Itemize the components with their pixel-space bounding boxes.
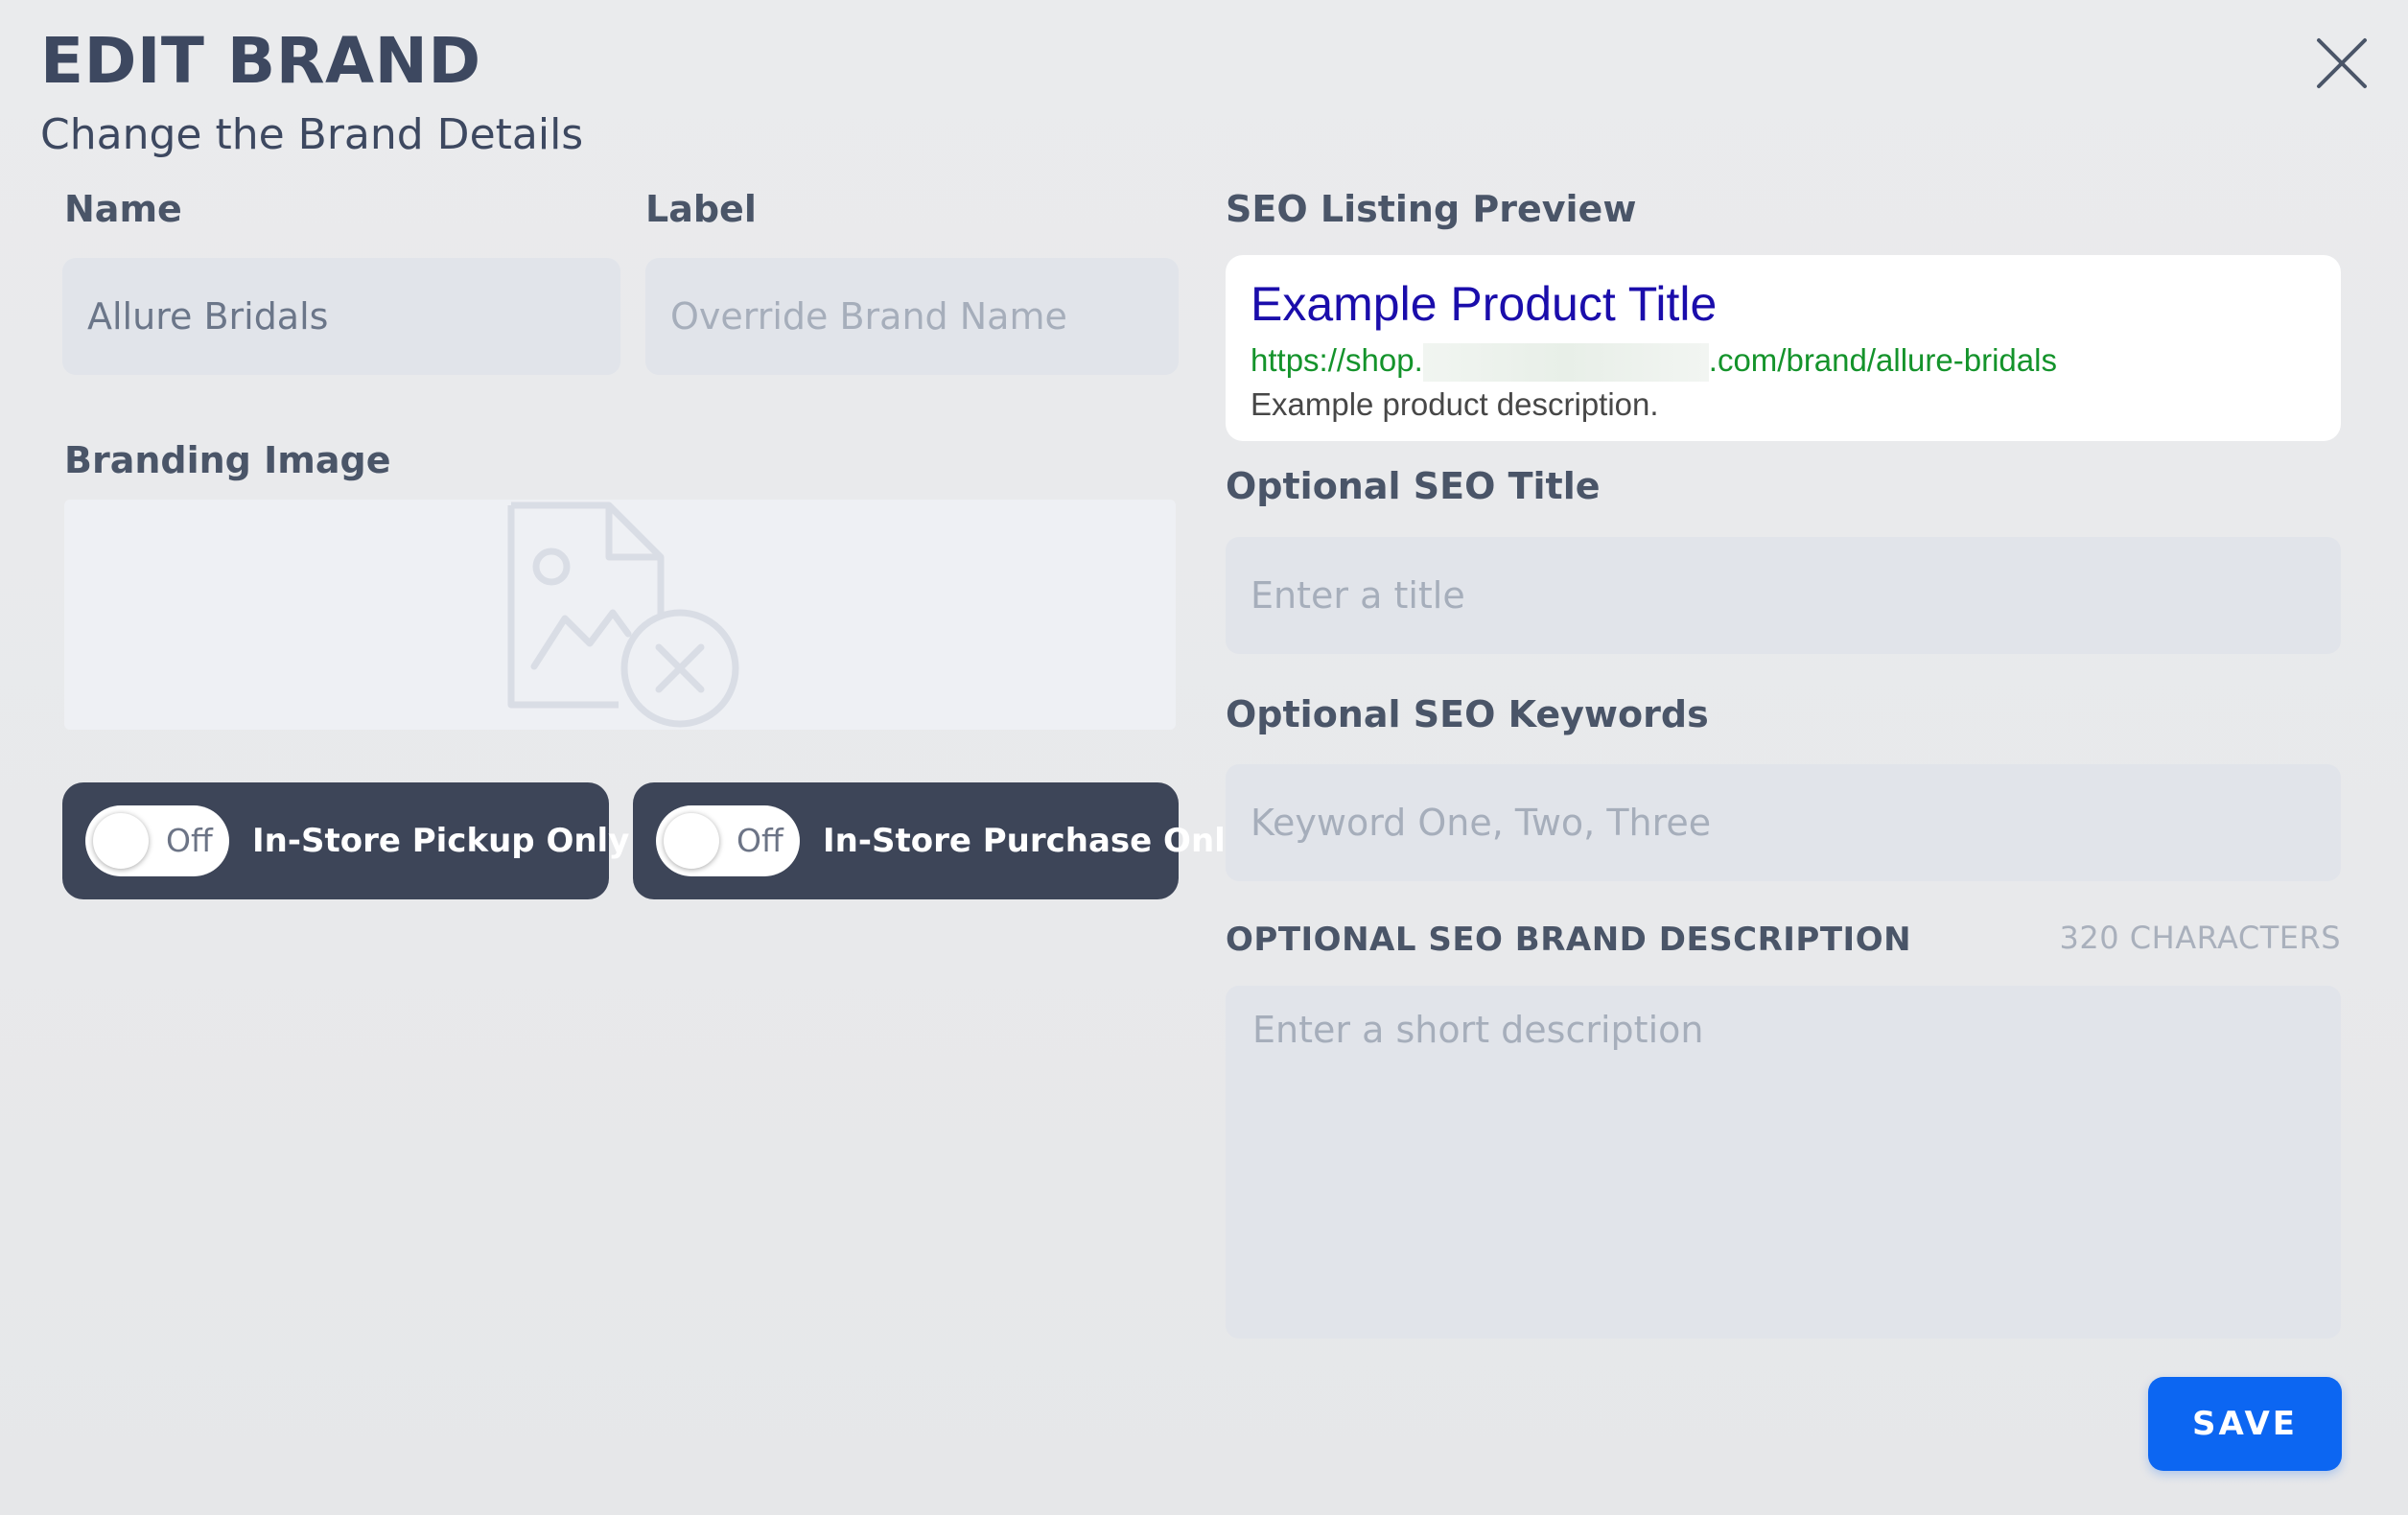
branding-image-label: Branding Image (64, 439, 391, 481)
in-store-pickup-card: Off In-Store Pickup Only (62, 782, 629, 899)
seo-listing-preview: Example Product Title https://shop. .com/… (1226, 255, 2341, 441)
name-label: Name (64, 188, 182, 230)
seo-preview-description: Example product description. (1251, 386, 1659, 422)
edit-brand-modal: EDIT BRAND Change the Brand Details Name… (0, 0, 2408, 1515)
label-label: Label (645, 188, 757, 230)
label-input[interactable] (645, 258, 1179, 375)
in-store-purchase-card: Off In-Store Purchase Only (633, 782, 1247, 899)
seo-preview-url: https://shop. .com/brand/allure-bridals (1251, 339, 2057, 383)
name-input[interactable] (62, 258, 620, 375)
redacted-domain (1422, 343, 1709, 383)
seo-preview-label: SEO Listing Preview (1226, 188, 1637, 230)
save-button[interactable]: SAVE (2148, 1377, 2342, 1471)
in-store-pickup-label: In-Store Pickup Only (252, 822, 630, 860)
toggle-state: Off (166, 822, 213, 859)
character-counter: 320 CHARACTERS (2059, 920, 2341, 956)
in-store-purchase-toggle[interactable]: Off (656, 805, 800, 876)
in-store-pickup-toggle[interactable]: Off (85, 805, 229, 876)
toggle-knob (93, 813, 149, 869)
image-broken-icon (507, 501, 739, 728)
seo-url-suffix: .com/brand/allure-bridals (1708, 342, 2057, 378)
seo-description-textarea[interactable] (1226, 986, 2341, 1339)
seo-description-label: OPTIONAL SEO BRAND DESCRIPTION (1226, 921, 1912, 959)
branding-image-dropzone[interactable] (64, 500, 1176, 730)
seo-url-prefix: https://shop. (1251, 342, 1423, 378)
seo-keywords-input[interactable] (1226, 764, 2341, 881)
toggle-knob (664, 813, 719, 869)
close-icon (2317, 38, 2367, 88)
close-button[interactable] (2311, 33, 2373, 94)
seo-title-input[interactable] (1226, 537, 2341, 654)
page-title: EDIT BRAND (40, 24, 481, 98)
in-store-purchase-label: In-Store Purchase Only (823, 822, 1247, 860)
seo-title-label: Optional SEO Title (1226, 465, 1601, 507)
seo-preview-title: Example Product Title (1251, 277, 1718, 331)
toggle-state: Off (736, 822, 783, 859)
seo-keywords-label: Optional SEO Keywords (1226, 693, 1709, 735)
page-subtitle: Change the Brand Details (40, 110, 584, 159)
